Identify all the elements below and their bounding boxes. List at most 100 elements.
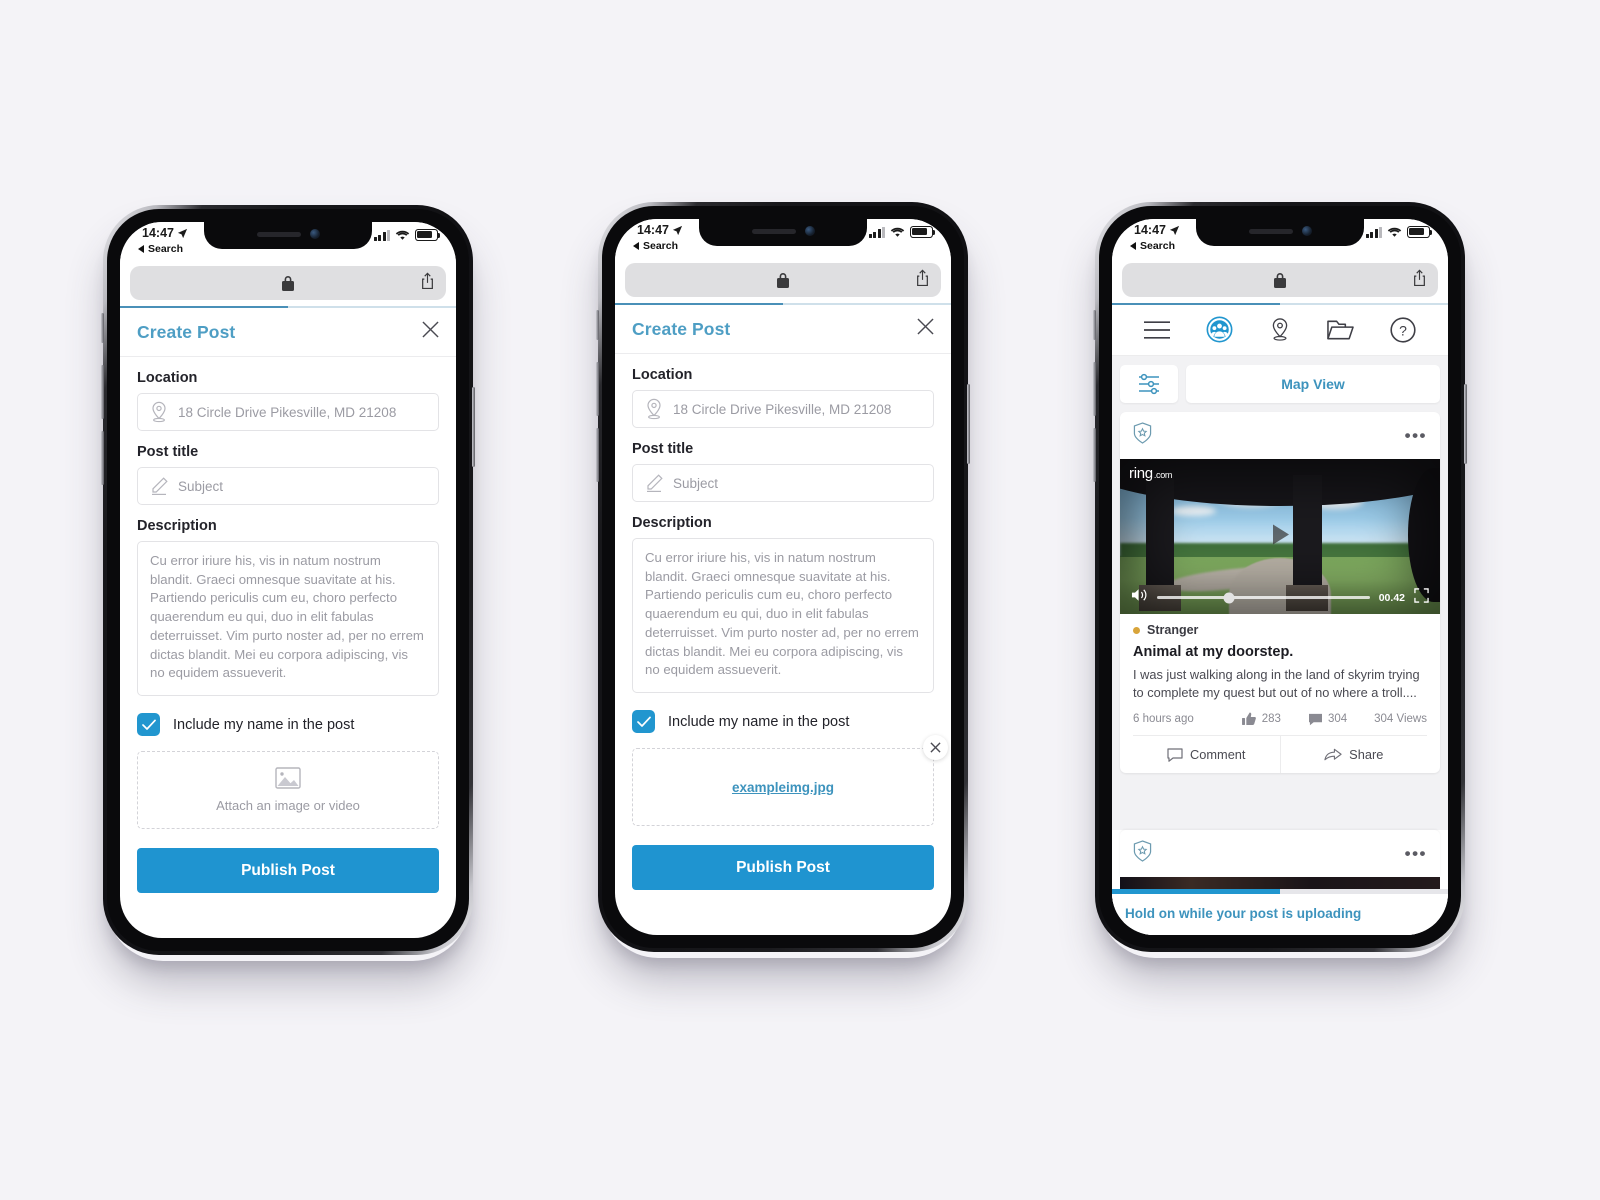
video-controls: 00.42 [1120,587,1440,608]
map-view-button[interactable]: Map View [1186,365,1440,403]
silent-switch[interactable] [1093,310,1096,340]
pencil-icon [152,477,168,495]
video-scrubber[interactable] [1157,592,1370,603]
like-stat[interactable]: 283 [1241,712,1281,726]
sidebar-item-community[interactable] [1206,316,1233,343]
battery-icon [415,229,441,241]
description-input[interactable]: Cu error iriure his, vis in natum nostru… [137,541,439,697]
attachment-file-link[interactable]: exampleimg.jpg [732,780,834,795]
include-name-checkbox[interactable] [137,713,160,737]
sidebar-item-files[interactable] [1327,319,1354,341]
location-value: 18 Circle Drive Pikesville, MD 21208 [178,404,397,420]
location-input[interactable]: 18 Circle Drive Pikesville, MD 21208 [137,393,439,431]
sidebar-item-help[interactable]: ? [1390,316,1416,343]
svg-text:?: ? [1399,322,1407,338]
police-shield-badge-icon [1133,840,1152,867]
silent-switch[interactable] [101,313,104,343]
phone-screen: 14:47 Search [120,222,456,938]
status-time: 14:47 [1134,223,1166,237]
page-load-progress [615,303,951,305]
create-post-body: Location 18 Circle Drive Pikesville, MD … [120,357,456,894]
status-time-group: 14:47 [637,223,683,237]
volume-icon[interactable] [1131,587,1148,608]
location-label: Location [137,370,198,386]
include-name-row[interactable]: Include my name in the post [632,710,934,734]
close-icon [930,742,941,753]
volume-down-button[interactable] [101,431,104,485]
comment-bubble-icon [1308,713,1322,726]
lock-icon [1274,272,1286,288]
safari-back-to-search[interactable]: Search [633,240,678,252]
phone-screen: 14:47 Search [615,219,951,935]
attachment-dropzone[interactable]: Attach an image or video [137,751,439,830]
ring-watermark: ring .com [1129,465,1172,482]
safari-url-bar[interactable] [625,263,941,297]
community-people-icon [1206,316,1233,343]
status-time-group: 14:47 [142,226,188,240]
notch [1196,219,1364,246]
wifi-icon [890,227,905,237]
comment-stat[interactable]: 304 [1308,713,1347,726]
volume-up-button[interactable] [101,365,104,419]
phone-band: 14:47 Search [602,206,964,948]
location-arrow-icon [1169,225,1180,235]
front-camera-icon [1301,226,1312,236]
volume-down-button[interactable] [1093,428,1096,482]
play-icon[interactable] [1267,521,1293,552]
filter-button[interactable] [1120,365,1178,403]
view-count: 304 Views [1374,713,1427,726]
share-icon[interactable] [1412,269,1427,292]
attachment-dropzone-filled[interactable]: exampleimg.jpg [632,735,948,827]
uploading-post-container: ••• Hold on while your post is uploading [1112,830,1448,935]
location-arrow-icon [177,228,188,238]
hamburger-menu-icon [1144,320,1170,339]
power-button[interactable] [1464,384,1467,464]
power-button[interactable] [967,384,970,464]
wifi-icon [395,230,410,240]
post-title-label: Post title [632,441,694,457]
share-icon[interactable] [915,269,930,292]
post-stats: 6 hours ago 283 304 304 Views [1133,712,1427,726]
post-video-player[interactable]: ring .com 00.42 [1120,459,1440,614]
power-button[interactable] [472,387,475,467]
safari-url-bar[interactable] [1122,263,1438,297]
upload-status-message: Hold on while your post is uploading [1112,894,1448,935]
publish-post-button[interactable]: Publish Post [632,845,934,891]
sidebar-item-location[interactable] [1269,317,1291,342]
remove-attachment-button[interactable] [923,735,948,761]
volume-down-button[interactable] [596,428,599,482]
more-options-icon[interactable]: ••• [1405,845,1427,862]
post-title-input[interactable]: Subject [137,467,439,505]
share-button[interactable]: Share [1279,736,1428,774]
safari-back-to-search[interactable]: Search [138,243,183,255]
safari-url-bar-container [120,266,456,306]
comment-count: 304 [1327,713,1348,726]
safari-back-to-search[interactable]: Search [1130,240,1175,252]
police-shield-badge-icon [1133,422,1152,449]
notch [204,222,372,249]
phone-band: 14:47 Search [1099,206,1461,948]
comment-button[interactable]: Comment [1133,736,1280,773]
speaker-grill-icon [751,228,796,234]
location-input[interactable]: 18 Circle Drive Pikesville, MD 21208 [632,390,934,428]
filter-sliders-icon [1139,373,1159,395]
include-name-checkbox[interactable] [632,710,655,734]
share-icon[interactable] [420,272,435,295]
close-icon[interactable] [422,321,439,343]
battery-icon [910,226,936,238]
post-title-input[interactable]: Subject [632,464,934,502]
volume-up-button[interactable] [1093,362,1096,416]
sidebar-item-menu[interactable] [1144,320,1170,339]
volume-up-button[interactable] [596,362,599,416]
more-options-icon[interactable]: ••• [1405,427,1427,444]
publish-post-button[interactable]: Publish Post [137,848,439,894]
safari-url-bar[interactable] [130,266,446,300]
page-title: Create Post [632,318,731,339]
back-triangle-icon [138,245,144,253]
fullscreen-icon[interactable] [1414,587,1429,608]
silent-switch[interactable] [596,310,599,340]
include-name-row[interactable]: Include my name in the post [137,713,439,737]
description-input[interactable]: Cu error iriure his, vis in natum nostru… [632,538,934,694]
close-icon[interactable] [917,318,934,340]
phone-2-create-post-with-attachment: 14:47 Search Create Post Location 18 Cir… [596,202,970,952]
